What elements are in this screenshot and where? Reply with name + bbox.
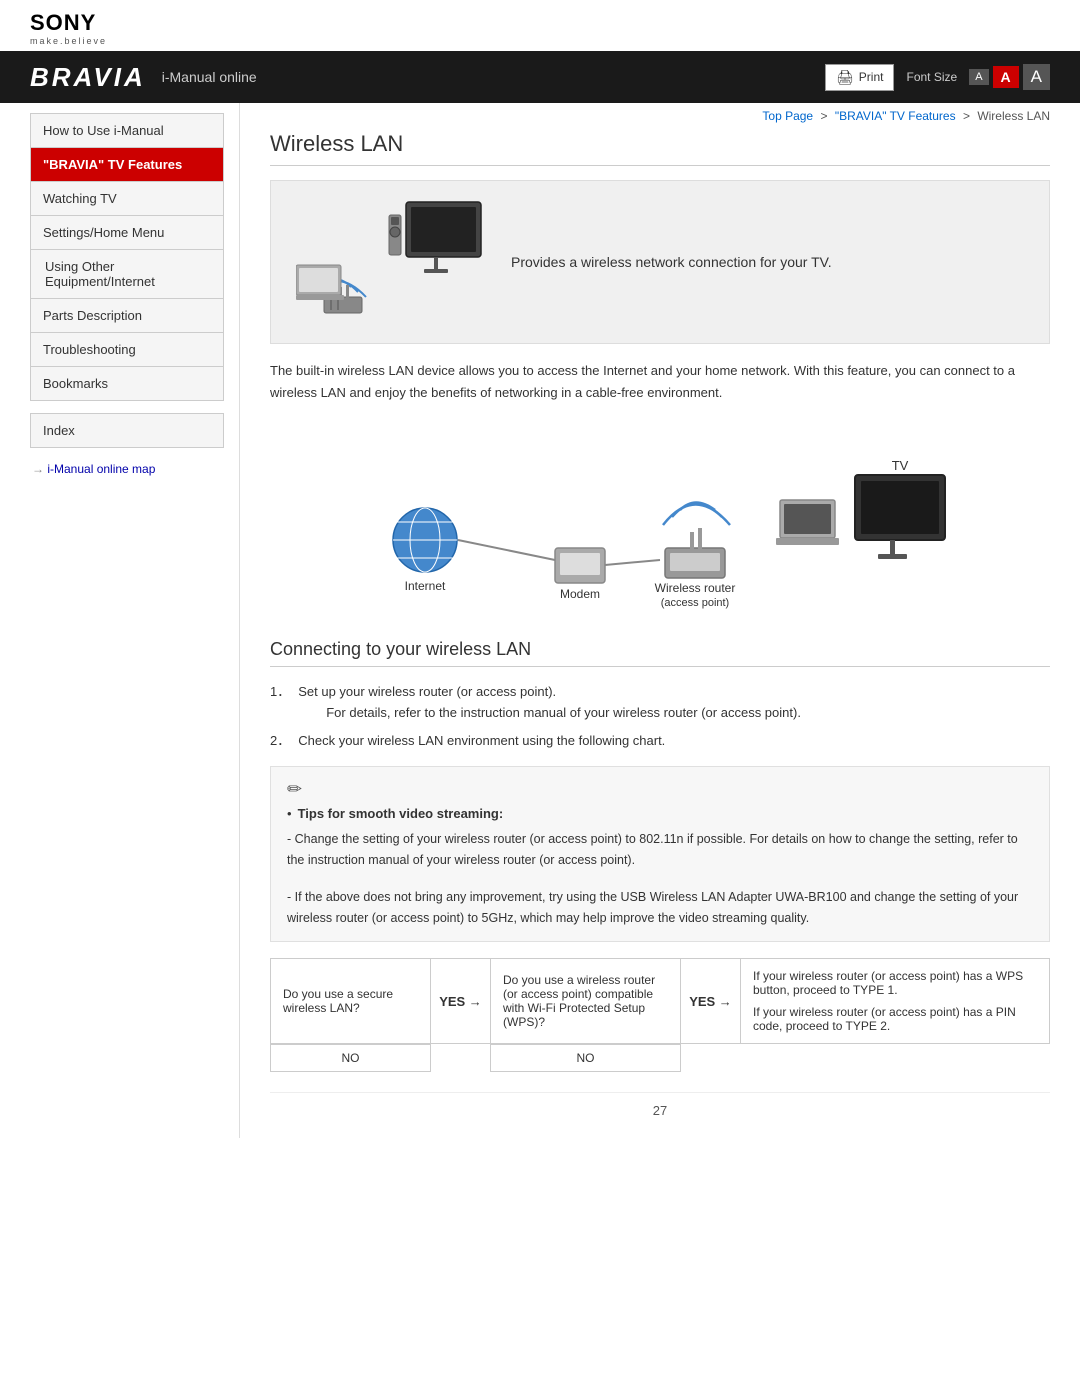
network-diagram: Internet Modem Wireless router <box>270 420 1050 623</box>
sony-tagline: make.believe <box>30 36 107 46</box>
step-1-text: Set up your wireless router (or access p… <box>298 684 556 699</box>
svg-text:Internet: Internet <box>405 579 446 593</box>
sidebar-item-bravia-tv-features[interactable]: "BRAVIA" TV Features <box>31 148 223 182</box>
dc-col1-yes: YES → <box>431 959 491 1044</box>
note-box: ✏ • Tips for smooth video streaming: - C… <box>270 766 1050 942</box>
sidebar-index: Index <box>30 413 224 448</box>
main-layout: How to Use i-Manual "BRAVIA" TV Features… <box>0 103 1080 1158</box>
breadcrumb-current: Wireless LAN <box>977 109 1050 123</box>
dc-no-2: NO <box>491 1045 681 1072</box>
breadcrumb-sep2: > <box>963 109 970 123</box>
bravia-right: 🖨 Print Font Size A A A <box>825 64 1050 91</box>
body-text: The built-in wireless LAN device allows … <box>270 360 1050 404</box>
arrow-icon: → <box>32 462 47 476</box>
step-1-num: 1． <box>270 681 290 724</box>
intro-diagram-image <box>291 197 491 327</box>
note-bullet-title: • Tips for smooth video streaming: <box>287 806 1033 825</box>
font-medium-button[interactable]: A <box>993 66 1019 88</box>
dc-col1-question: Do you use a secure wireless LAN? <box>271 959 431 1044</box>
map-link-label: i-Manual online map <box>47 462 155 476</box>
network-diagram-svg: Internet Modem Wireless router <box>370 420 950 620</box>
font-large-button[interactable]: A <box>1023 64 1050 90</box>
steps-list: 1． Set up your wireless router (or acces… <box>270 681 1050 752</box>
step-2-num: 2． <box>270 730 290 752</box>
sub-heading-connecting: Connecting to your wireless LAN <box>270 639 1050 667</box>
dc-result2: If your wireless router (or access point… <box>753 1005 1037 1033</box>
sidebar-item-bookmarks[interactable]: Bookmarks <box>31 367 223 400</box>
print-label: Print <box>859 70 884 84</box>
sony-logo: SONY <box>30 10 107 36</box>
svg-text:TV: TV <box>892 458 909 473</box>
step-2-text: Check your wireless LAN environment usin… <box>298 733 665 748</box>
note-tips-title: Tips for smooth video streaming: <box>298 806 504 821</box>
page-number: 27 <box>270 1092 1050 1118</box>
note-icon: ✏ <box>287 779 1033 800</box>
dc-col2-question: Do you use a wireless router (or access … <box>491 959 681 1044</box>
font-small-button[interactable]: A <box>969 69 988 85</box>
dc-result1: If your wireless router (or access point… <box>753 969 1037 997</box>
decision-chart: Do you use a secure wireless LAN? YES → … <box>270 958 1050 1072</box>
sidebar-item-parts-description[interactable]: Parts Description <box>31 299 223 333</box>
note-text-1: - Change the setting of your wireless ro… <box>287 829 1033 872</box>
bravia-logo: BRAVIA <box>30 62 146 93</box>
dc-no-1: NO <box>271 1045 431 1072</box>
step-1-sub: For details, refer to the instruction ma… <box>326 703 801 724</box>
sidebar: How to Use i-Manual "BRAVIA" TV Features… <box>0 103 240 1138</box>
font-size-controls: A A A <box>969 64 1050 90</box>
step-1: 1． Set up your wireless router (or acces… <box>270 681 1050 724</box>
sony-logo-area: SONY make.believe <box>30 10 107 46</box>
dc-col3-result: If your wireless router (or access point… <box>741 959 1050 1044</box>
sidebar-map-link[interactable]: → i-Manual online map <box>30 458 224 480</box>
intro-desc: Provides a wireless network connection f… <box>511 254 832 270</box>
top-bar: SONY make.believe <box>0 0 1080 51</box>
page-title: Wireless LAN <box>270 131 1050 166</box>
sidebar-item-using-other-equipment[interactable]: Using Other Equipment/Internet <box>31 250 223 299</box>
sidebar-nav: How to Use i-Manual "BRAVIA" TV Features… <box>30 113 224 401</box>
breadcrumb-top-page[interactable]: Top Page <box>762 109 813 123</box>
breadcrumb-sep1: > <box>820 109 827 123</box>
print-icon: 🖨 <box>836 69 854 86</box>
note-bullet-dot: • <box>287 806 292 825</box>
sidebar-item-troubleshooting[interactable]: Troubleshooting <box>31 333 223 367</box>
svg-text:(access point): (access point) <box>661 597 729 609</box>
sidebar-item-how-to-use[interactable]: How to Use i-Manual <box>31 114 223 148</box>
font-size-label: Font Size <box>906 70 957 84</box>
svg-text:Wireless router: Wireless router <box>655 581 736 595</box>
bravia-left: BRAVIA i-Manual online <box>30 62 257 93</box>
bravia-bar: BRAVIA i-Manual online 🖨 Print Font Size… <box>0 51 1080 103</box>
bravia-subtitle: i-Manual online <box>162 69 257 85</box>
content-area: Top Page > "BRAVIA" TV Features > Wirele… <box>240 103 1080 1138</box>
sidebar-item-watching-tv[interactable]: Watching TV <box>31 182 223 216</box>
sidebar-item-index[interactable]: Index <box>31 414 223 447</box>
dc-col2-yes: YES → <box>681 959 741 1044</box>
intro-diagram-svg <box>296 197 486 327</box>
step-2: 2． Check your wireless LAN environment u… <box>270 730 1050 752</box>
breadcrumb-section[interactable]: "BRAVIA" TV Features <box>835 109 956 123</box>
svg-text:Modem: Modem <box>560 587 600 601</box>
intro-diagram: Provides a wireless network connection f… <box>270 180 1050 344</box>
note-text-2: - If the above does not bring any improv… <box>287 887 1033 930</box>
breadcrumb: Top Page > "BRAVIA" TV Features > Wirele… <box>270 103 1050 131</box>
print-button[interactable]: 🖨 Print <box>825 64 894 91</box>
sidebar-item-settings-home-menu[interactable]: Settings/Home Menu <box>31 216 223 250</box>
